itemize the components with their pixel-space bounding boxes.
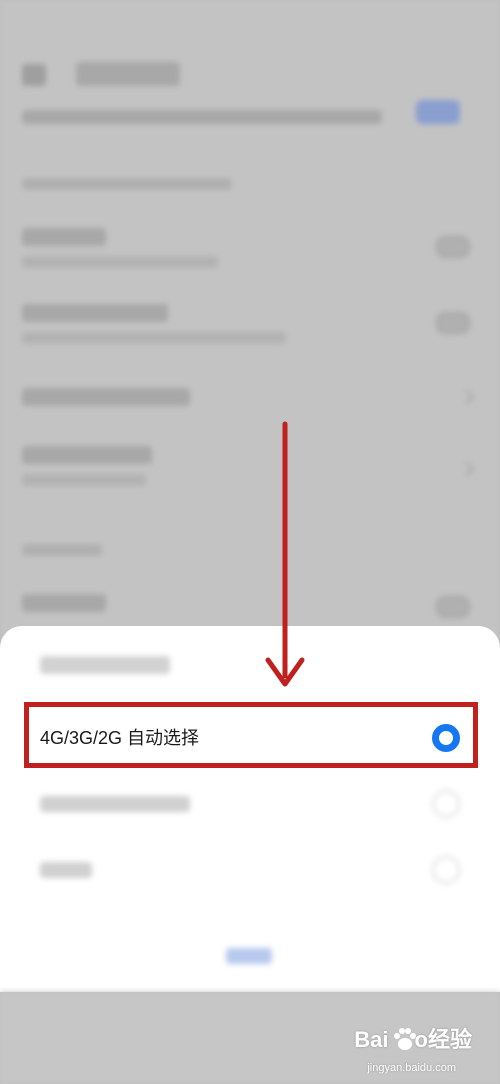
setting-row-4-subtitle	[22, 474, 146, 486]
network-mode-sheet: 4G/3G/2G 自动选择	[0, 626, 500, 992]
setting-row-3-title	[22, 388, 190, 406]
setting-row-5-title	[22, 594, 106, 612]
setting-row-2-subtitle	[22, 332, 286, 344]
sheet-title	[40, 656, 170, 674]
cancel-button[interactable]	[226, 948, 272, 964]
setting-row-2-title	[22, 304, 168, 322]
radio-unselected-icon[interactable]	[432, 790, 460, 818]
setting-row-2-toggle	[436, 312, 470, 334]
option-3[interactable]	[0, 838, 500, 902]
page-title	[76, 62, 180, 86]
watermark-brand: Bai o经验	[354, 1022, 472, 1054]
sim-tabs	[22, 110, 382, 124]
chevron-right-icon	[459, 461, 475, 477]
watermark-brand-latin: Bai	[354, 1027, 389, 1052]
option-label	[40, 862, 92, 878]
option-2[interactable]	[0, 772, 500, 836]
setting-row-1-subtitle	[22, 256, 218, 268]
section-header-2	[22, 544, 102, 556]
annotation-highlight-box	[24, 702, 478, 768]
setting-row-4-title	[22, 446, 152, 464]
watermark-url: jingyan.baidu.com	[367, 1062, 456, 1074]
back-arrow-icon	[22, 64, 46, 86]
section-header-1	[22, 178, 232, 190]
sim-selector	[416, 100, 460, 124]
setting-row-1-toggle	[436, 236, 470, 258]
setting-row-5-toggle	[436, 596, 470, 618]
watermark-brand-cn: 经验	[427, 1027, 472, 1052]
chevron-right-icon	[459, 389, 475, 405]
watermark-brand-latin-tail: o	[414, 1027, 428, 1052]
setting-row-1-title	[22, 228, 106, 246]
radio-unselected-icon[interactable]	[432, 856, 460, 884]
option-label	[40, 796, 190, 812]
